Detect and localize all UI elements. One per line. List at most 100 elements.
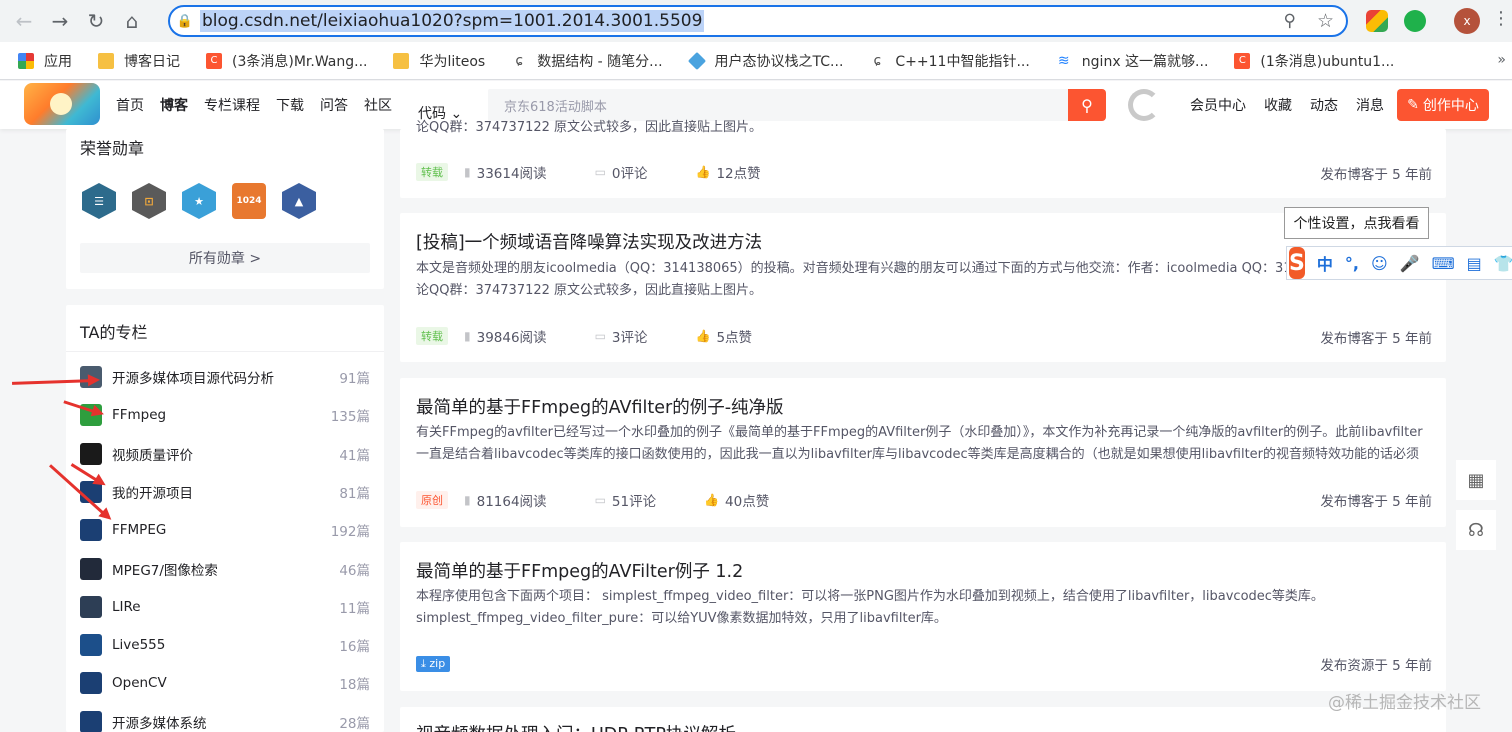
qrcode-icon[interactable]: ▦ — [1456, 460, 1496, 500]
skin-icon[interactable]: 👕 — [1494, 254, 1512, 273]
column-item[interactable]: OpenCV 18篇 — [80, 670, 370, 696]
home-icon[interactable]: ⌂ — [116, 5, 148, 37]
article-card[interactable]: 论QQ群：374737122 原文公式较多，因此直接贴上图片。 转载 ▮ 3361… — [400, 120, 1446, 198]
repost-tag: 转载 — [416, 327, 448, 345]
column-item[interactable]: 视频质量评价 41篇 — [80, 441, 370, 467]
customer-service-icon[interactable]: ☊ — [1456, 510, 1496, 550]
article-title[interactable]: 最简单的基于FFmpeg的AVfilter的例子-纯净版 — [416, 394, 784, 419]
comment-icon: ▭ — [594, 165, 606, 179]
ime-punct[interactable]: °, — [1345, 254, 1359, 273]
bookmark-item[interactable]: ɕ 数据结构 - 随笔分... — [511, 51, 663, 71]
nav-home[interactable]: 首页 — [116, 95, 144, 115]
comment-count[interactable]: ▭ 0评论 — [595, 162, 648, 182]
nav-download[interactable]: 下载 — [276, 95, 304, 115]
keyboard-icon[interactable]: ⌨ — [1432, 254, 1455, 273]
all-badges-link[interactable]: 所有勋章 > — [80, 243, 370, 273]
bookmark-item[interactable]: 华为liteos — [393, 51, 485, 71]
bookmark-item[interactable]: C (1条消息)ubuntu1... — [1234, 51, 1394, 71]
cnblogs-icon: ɕ — [511, 52, 528, 69]
ime-toolbar[interactable]: S 中 °, ☺ 🎤 ⌨ ▤ 👕 — [1286, 246, 1512, 280]
article-meta: 转载 ▮ 39846阅读 ▭ 3评论 👍 5点赞 — [416, 326, 800, 346]
reload-icon[interactable]: ↻ — [80, 5, 112, 37]
star-badge-icon[interactable]: ★ — [182, 183, 216, 219]
zoom-icon[interactable]: ⚲ — [1284, 11, 1296, 31]
profile-avatar[interactable]: x — [1454, 8, 1480, 34]
csdn-logo[interactable] — [24, 83, 100, 125]
watermark: @稀土掘金技术社区 — [1328, 693, 1481, 713]
resource-card[interactable]: 最简单的基于FFmpeg的AVFilter例子 1.2 本程序使用包含下面两个项… — [400, 542, 1446, 691]
column-item[interactable]: LIRe 11篇 — [80, 594, 370, 620]
extension-color-icon[interactable] — [1366, 10, 1388, 32]
hex-badge-icon[interactable]: ⊡ — [132, 183, 166, 219]
column-item[interactable]: FFMPEG 192篇 — [80, 517, 370, 543]
column-name: OpenCV — [112, 675, 167, 692]
address-bar[interactable]: 🔒 blog.csdn.net/leixiaohua1020?spm=1001.… — [168, 5, 1348, 37]
column-thumbnail — [80, 519, 102, 542]
article-meta: 转载 ▮ 33614阅读 ▭ 0评论 👍 12点赞 — [416, 162, 809, 182]
sogou-logo-icon[interactable]: S — [1289, 247, 1305, 279]
rocket-badge-icon[interactable]: ▲ — [282, 183, 316, 219]
column-item[interactable]: Live555 16篇 — [80, 632, 370, 658]
link-messages[interactable]: 消息 — [1356, 95, 1384, 115]
thumb-up-icon: 👍 — [704, 493, 720, 507]
bookmarks-overflow-icon[interactable]: » — [1497, 52, 1506, 68]
bookmark-apps[interactable]: 应用 — [18, 51, 72, 71]
bookmark-item[interactable]: 用户态协议栈之TC... — [687, 51, 843, 71]
link-activity[interactable]: 动态 — [1310, 95, 1338, 115]
column-name: FFMPEG — [112, 522, 167, 539]
bookmark-item[interactable]: ≋ nginx 这一篇就够... — [1055, 51, 1208, 71]
comment-count[interactable]: ▭ 3评论 — [595, 326, 648, 346]
list-badge-icon[interactable]: ☰ — [82, 183, 116, 219]
honor-title: 荣誉勋章 — [80, 139, 145, 158]
like-count[interactable]: 👍 12点赞 — [696, 162, 761, 182]
repost-tag: 转载 — [416, 163, 448, 181]
column-item[interactable]: 我的开源项目 81篇 — [80, 479, 370, 505]
article-title[interactable]: [投稿]一个频域语音降噪算法实现及改进方法 — [416, 229, 762, 254]
column-item[interactable]: 开源多媒体系统 28篇 — [80, 709, 370, 732]
bookmark-star-icon[interactable]: ☆ — [1317, 10, 1334, 32]
nav-qa[interactable]: 问答 — [320, 95, 348, 115]
column-count: 11篇 — [339, 600, 370, 617]
columns-card: TA的专栏 开源多媒体项目源代码分析 91篇 FFmpeg 135篇 视频质量评价 41篇… — [66, 305, 384, 732]
bookmark-item[interactable]: ɕ C++11中智能指针... — [869, 51, 1030, 71]
pencil-icon: ✎ — [1407, 97, 1419, 113]
article-card[interactable]: 视音频数据处理入门：UDP-RTP协议解析 — [400, 707, 1446, 732]
honor-card: 荣誉勋章 ☰ ⊡ ★ 1024 ▲ 所有勋章 > — [66, 129, 384, 289]
nav-courses[interactable]: 专栏课程 — [204, 95, 260, 115]
1024-badge-icon[interactable]: 1024 — [232, 183, 266, 219]
forward-arrow-icon[interactable]: → — [44, 5, 76, 37]
comment-icon: ▭ — [594, 329, 606, 343]
bookmark-item[interactable]: C (3条消息)Mr.Wang... — [206, 51, 367, 71]
column-name: 我的开源项目 — [112, 485, 193, 502]
url-text[interactable]: blog.csdn.net/leixiaohua1020?spm=1001.20… — [200, 10, 705, 32]
lock-icon[interactable]: 🔒 — [170, 14, 200, 29]
toolbox-icon[interactable]: ▤ — [1467, 254, 1482, 273]
nav-community[interactable]: 社区 — [364, 95, 392, 115]
nav-blog[interactable]: 博客 — [160, 95, 188, 115]
comment-count[interactable]: ▭ 51评论 — [595, 490, 657, 510]
like-count[interactable]: 👍 5点赞 — [696, 326, 753, 346]
column-item[interactable]: FFmpeg 135篇 — [80, 402, 370, 428]
back-arrow-icon[interactable]: ← — [8, 5, 40, 37]
ime-mode[interactable]: 中 — [1317, 251, 1333, 275]
column-item[interactable]: 开源多媒体项目源代码分析 91篇 — [80, 364, 370, 390]
folder-icon — [393, 52, 410, 69]
read-icon: ▮ — [464, 165, 471, 179]
bookmark-item[interactable]: 博客日记 — [98, 51, 180, 71]
article-title[interactable]: 最简单的基于FFmpeg的AVFilter例子 1.2 — [416, 558, 743, 583]
column-count: 18篇 — [339, 677, 370, 694]
article-title[interactable]: 视音频数据处理入门：UDP-RTP协议解析 — [416, 721, 736, 732]
column-item[interactable]: MPEG7/图像检索 46篇 — [80, 556, 370, 582]
article-card[interactable]: 最简单的基于FFmpeg的AVfilter的例子-纯净版 有关FFmpeg的av… — [400, 378, 1446, 527]
extension-check-icon[interactable] — [1404, 10, 1426, 32]
link-membership[interactable]: 会员中心 — [1190, 95, 1246, 115]
emoji-icon[interactable]: ☺ — [1371, 254, 1388, 273]
column-name: LIRe — [112, 598, 141, 615]
browser-menu-icon[interactable]: ⋮ — [1492, 8, 1510, 29]
like-count[interactable]: 👍 40点赞 — [704, 490, 769, 510]
mic-icon[interactable]: 🎤 — [1400, 254, 1420, 273]
article-desc: 本程序使用包含下面两个项目： simplest_ffmpeg_video_fil… — [416, 589, 1324, 626]
column-count: 46篇 — [339, 562, 370, 579]
link-favorites[interactable]: 收藏 — [1264, 95, 1292, 115]
main-nav: 首页 博客 专栏课程 下载 问答 社区 — [116, 81, 408, 129]
